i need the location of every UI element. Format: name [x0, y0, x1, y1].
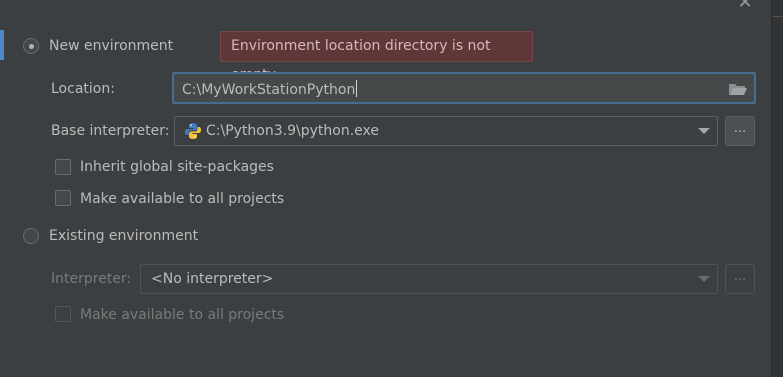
close-icon[interactable]: ✕	[736, 0, 754, 12]
base-interpreter-label: Base interpreter:	[51, 123, 170, 139]
interpreter-browse-button[interactable]: ...	[725, 264, 755, 294]
inherit-site-packages-label[interactable]: Inherit global site-packages	[80, 158, 274, 176]
existing-make-available-label[interactable]: Make available to all projects	[80, 306, 284, 324]
inherit-site-packages-checkbox[interactable]	[55, 159, 71, 175]
existing-make-available-checkbox[interactable]	[55, 306, 71, 322]
interpreter-value: <No interpreter>	[151, 271, 274, 287]
new-environment-label[interactable]: New environment	[49, 37, 173, 55]
selected-option-indicator	[0, 30, 4, 60]
location-input-value[interactable]: C:\MyWorkStationPython	[182, 80, 358, 99]
error-tooltip: Environment location directory is not em…	[220, 31, 533, 83]
folder-icon[interactable]	[728, 81, 748, 97]
python-icon	[185, 123, 201, 139]
interpreter-select[interactable]: <No interpreter>	[140, 264, 718, 294]
chevron-down-icon[interactable]	[698, 276, 710, 282]
location-label: Location:	[51, 81, 115, 97]
make-available-label[interactable]: Make available to all projects	[80, 190, 284, 208]
base-interpreter-select[interactable]: C:\Python3.9\python.exe	[174, 116, 718, 146]
window-edge	[771, 0, 783, 377]
existing-environment-radio[interactable]	[23, 228, 39, 244]
location-input[interactable]: C:\MyWorkStationPython	[172, 72, 756, 104]
text-caret	[356, 80, 358, 97]
make-available-checkbox[interactable]	[55, 190, 71, 206]
interpreter-label: Interpreter:	[51, 271, 132, 287]
window-edge-divider	[773, 0, 783, 17]
new-environment-radio[interactable]	[23, 38, 39, 54]
base-interpreter-value: C:\Python3.9\python.exe	[206, 123, 379, 139]
base-interpreter-browse-button[interactable]: ...	[725, 116, 755, 146]
existing-environment-label[interactable]: Existing environment	[49, 227, 198, 245]
chevron-down-icon[interactable]	[698, 128, 710, 134]
